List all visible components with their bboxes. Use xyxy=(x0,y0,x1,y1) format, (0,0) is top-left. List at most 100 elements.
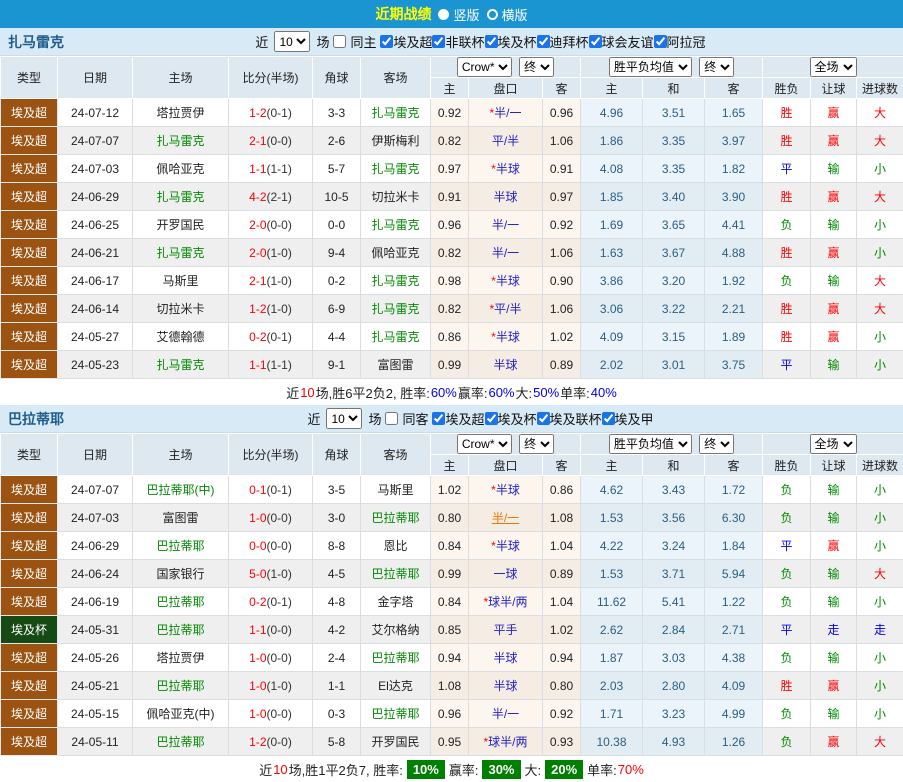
scope-select[interactable]: 全场 xyxy=(810,57,857,77)
full-score: 1-1 xyxy=(249,162,266,176)
handicap-value: 半球 xyxy=(496,274,520,288)
team-name: 巴拉蒂耶 xyxy=(8,409,64,429)
result-handicap: 赢 xyxy=(811,183,857,211)
radio-unselected-icon xyxy=(487,9,498,20)
layout-option-vertical[interactable]: 竖版 xyxy=(438,5,479,24)
score-cell: 1-0(0-0) xyxy=(229,644,313,672)
league-checkbox[interactable] xyxy=(537,412,550,425)
summary-text: 40% xyxy=(591,385,617,400)
away-team: 扎马雷克 xyxy=(361,211,431,239)
league-checkbox[interactable] xyxy=(432,35,445,48)
away-odds: 0.89 xyxy=(543,560,581,588)
league-type-cell: 埃及超 xyxy=(1,728,58,756)
same-venue-checkbox[interactable] xyxy=(385,412,398,425)
match-date: 24-05-21 xyxy=(58,672,133,700)
result-goals: 小 xyxy=(857,532,903,560)
match-row: 埃及超24-07-12塔拉贾伊1-2(0-1)3-3扎马雷克0.92*半/一0.… xyxy=(1,99,903,127)
half-score: (2-1) xyxy=(267,190,292,204)
summary-text: 大: xyxy=(516,383,533,402)
league-checkbox[interactable] xyxy=(537,35,550,48)
handicap-cell: *半球 xyxy=(469,532,543,560)
avg-home-odds: 1.63 xyxy=(581,239,643,267)
handicap-value: 半/一 xyxy=(494,106,521,120)
team-section-bar: 扎马雷克 近 10 场 同主 埃及超非联杯埃及杯迪拜杯球会友谊阿拉冠 xyxy=(0,28,903,56)
same-venue-checkbox[interactable] xyxy=(333,35,346,48)
home-team: 开罗国民 xyxy=(133,211,229,239)
handicap-cell: *球半/两 xyxy=(469,588,543,616)
league-checkbox[interactable] xyxy=(602,412,615,425)
league-filter: 埃及超 xyxy=(432,409,484,428)
score-cell: 1-2(0-1) xyxy=(229,99,313,127)
avg-home-odds: 2.62 xyxy=(581,616,643,644)
handicap-cell: 平手 xyxy=(469,616,543,644)
summary-text: 60% xyxy=(488,385,514,400)
league-checkbox[interactable] xyxy=(485,412,498,425)
away-team: 富图雷 xyxy=(361,351,431,379)
away-odds: 0.89 xyxy=(543,351,581,379)
league-checkbox[interactable] xyxy=(432,412,445,425)
home-team: 佩哈亚克(中) xyxy=(133,700,229,728)
odds-final-select[interactable]: 终 xyxy=(519,434,554,454)
avg-final-select[interactable]: 终 xyxy=(699,57,734,77)
result-outcome: 平 xyxy=(763,532,811,560)
result-outcome: 负 xyxy=(763,644,811,672)
avg-draw-odds: 3.15 xyxy=(643,323,705,351)
record-summary: 近10场,胜1平2负7, 胜率:10% 赢率:30% 大:20% 单率:70% xyxy=(0,756,903,782)
score-cell: 0-0(0-0) xyxy=(229,532,313,560)
avg-draw-odds: 3.67 xyxy=(643,239,705,267)
avg-draw-odds: 3.40 xyxy=(643,183,705,211)
away-team: 扎马雷克 xyxy=(361,99,431,127)
league-checkbox[interactable] xyxy=(654,35,667,48)
odds-source-select[interactable]: Crow* xyxy=(457,57,512,77)
result-outcome: 胜 xyxy=(763,239,811,267)
away-team: 切拉米卡 xyxy=(361,183,431,211)
away-odds: 1.06 xyxy=(543,295,581,323)
score-cell: 0-2(0-1) xyxy=(229,323,313,351)
league-filters: 埃及超非联杯埃及杯迪拜杯球会友谊阿拉冠 xyxy=(380,32,705,51)
avg-home-odds: 10.38 xyxy=(581,728,643,756)
match-count-select[interactable]: 10 xyxy=(274,31,310,52)
odds-final-select[interactable]: 终 xyxy=(519,57,554,77)
layout-option-horizontal[interactable]: 横版 xyxy=(487,5,528,24)
half-score: (0-0) xyxy=(267,623,292,637)
avg-away-odds: 1.22 xyxy=(705,588,763,616)
layout-option-horizontal-label: 横版 xyxy=(502,5,528,24)
away-team: 恩比 xyxy=(361,532,431,560)
avg-away-odds: 1.89 xyxy=(705,323,763,351)
match-row: 埃及超24-06-24国家银行5-0(1-0)4-5巴拉蒂耶0.99一球0.89… xyxy=(1,560,903,588)
match-date: 24-05-23 xyxy=(58,351,133,379)
avg-final-select[interactable]: 终 xyxy=(699,434,734,454)
handicap-value: 平手 xyxy=(493,623,517,637)
result-handicap: 输 xyxy=(811,211,857,239)
avg-source-select[interactable]: 胜平负均值 xyxy=(609,434,692,454)
match-count-select[interactable]: 10 xyxy=(326,408,362,429)
half-score: (0-0) xyxy=(267,539,292,553)
away-team: 扎马雷克 xyxy=(361,323,431,351)
away-team: 马斯里 xyxy=(361,476,431,504)
league-type-cell: 埃及超 xyxy=(1,211,58,239)
result-goals: 小 xyxy=(857,155,903,183)
half-score: (0-0) xyxy=(267,134,292,148)
scope-select[interactable]: 全场 xyxy=(810,434,857,454)
league-label: 埃及超 xyxy=(445,409,484,428)
result-handicap: 赢 xyxy=(811,532,857,560)
avg-draw-odds: 3.56 xyxy=(643,504,705,532)
match-row: 埃及超24-06-29扎马雷克4-2(2-1)10-5切拉米卡0.91半球0.9… xyxy=(1,183,903,211)
same-venue-label: 同主 xyxy=(350,32,376,51)
handicap-cell: 半球 xyxy=(469,351,543,379)
avg-source-select[interactable]: 胜平负均值 xyxy=(609,57,692,77)
league-checkbox[interactable] xyxy=(380,35,393,48)
half-score: (0-0) xyxy=(267,218,292,232)
result-handicap: 赢 xyxy=(811,127,857,155)
match-row: 埃及超24-05-27艾德翰德0-2(0-1)4-4扎马雷克0.86*半球1.0… xyxy=(1,323,903,351)
result-handicap: 赢 xyxy=(811,672,857,700)
league-checkbox[interactable] xyxy=(485,35,498,48)
odds-source-select[interactable]: Crow* xyxy=(457,434,512,454)
avg-away-odds: 6.30 xyxy=(705,504,763,532)
sub-header-handicap-result: 让球 xyxy=(811,455,857,476)
league-checkbox[interactable] xyxy=(589,35,602,48)
league-type-cell: 埃及超 xyxy=(1,127,58,155)
league-type-cell: 埃及超 xyxy=(1,155,58,183)
league-type-cell: 埃及超 xyxy=(1,504,58,532)
home-team: 佩哈亚克 xyxy=(133,155,229,183)
